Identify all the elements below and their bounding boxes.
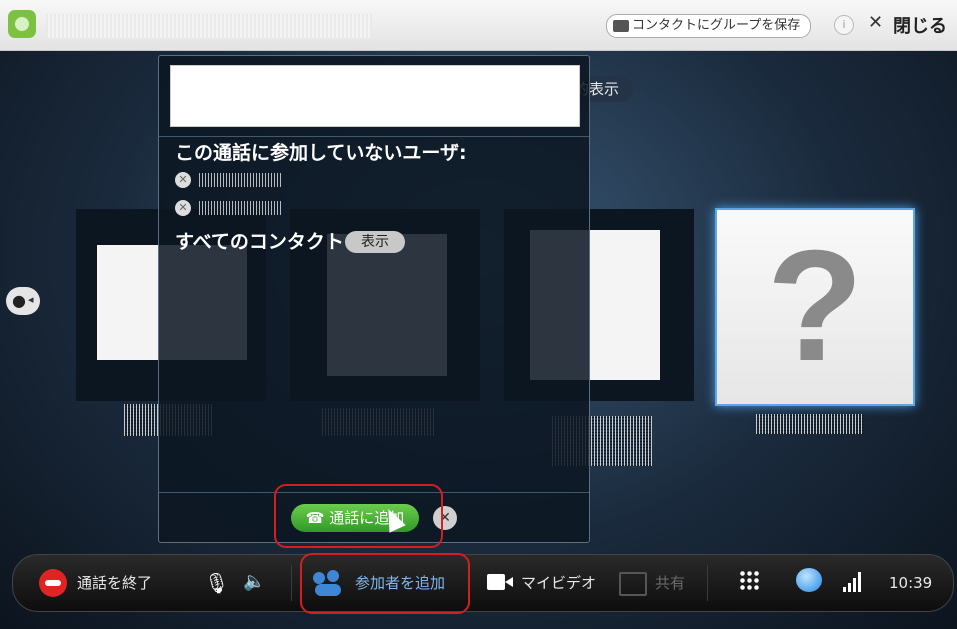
question-mark-icon: ? (766, 218, 864, 394)
conversation-title (46, 14, 372, 38)
speaker-icon[interactable]: 🔈 (243, 571, 265, 592)
divider (291, 565, 292, 601)
group-icon (613, 20, 629, 32)
contact-name (199, 173, 281, 187)
save-group-button[interactable]: コンタクトにグループを保存 (606, 14, 812, 38)
participant-name (756, 414, 864, 434)
divider (707, 565, 708, 601)
skype-logo-icon (8, 10, 36, 38)
info-icon[interactable]: i (834, 15, 854, 35)
user-icon: ● (12, 291, 26, 310)
my-video-button[interactable]: マイビデオ (521, 572, 596, 594)
highlight-outline (300, 553, 470, 614)
end-call-icon[interactable] (39, 569, 67, 597)
not-in-call-heading: この通話に参加していないユーザ: (175, 142, 467, 164)
add-participants-panel: この通話に参加していないユーザ: ✕ ✕ すべてのコンタクト 表示 ☎ 通話に追… (158, 55, 590, 543)
all-contacts-heading: すべてのコンタクト (175, 231, 344, 253)
video-camera-icon[interactable] (487, 574, 513, 590)
title-bar: コンタクトにグループを保存 i ✕ 閉じる (0, 0, 957, 51)
call-duration: 10:39 (889, 574, 933, 592)
chevron-left-icon: ◂ (28, 293, 34, 306)
skype-offline-icon: ✕ (175, 172, 191, 188)
search-input[interactable] (170, 65, 580, 127)
save-group-label: コンタクトにグループを保存 (632, 18, 801, 33)
dialpad-icon[interactable] (739, 570, 761, 592)
close-button[interactable]: 閉じる (893, 12, 947, 38)
chat-icon[interactable] (796, 568, 822, 592)
microphone-muted-icon[interactable]: 🎙 (204, 571, 229, 595)
participant-list-toggle[interactable]: ● ◂ (6, 287, 40, 315)
highlight-outline (274, 484, 443, 548)
share-screen-icon (619, 572, 647, 596)
contact-item[interactable]: ✕ (175, 198, 281, 218)
share-button: 共有 (655, 574, 686, 592)
unknown-participant-tile[interactable]: ? (715, 208, 915, 406)
call-control-bar: 通話を終了 🎙 🔈 参加者を追加 マイビデオ 共有 10:39 (12, 554, 954, 612)
divider (159, 136, 589, 137)
end-call-button[interactable]: 通話を終了 (77, 572, 152, 594)
skype-offline-icon: ✕ (175, 200, 191, 216)
close-icon[interactable]: ✕ (868, 12, 883, 33)
contact-item[interactable]: ✕ (175, 170, 281, 190)
contact-name (199, 201, 281, 215)
show-all-contacts-button[interactable]: 表示 (345, 231, 405, 253)
signal-icon[interactable] (843, 570, 865, 592)
